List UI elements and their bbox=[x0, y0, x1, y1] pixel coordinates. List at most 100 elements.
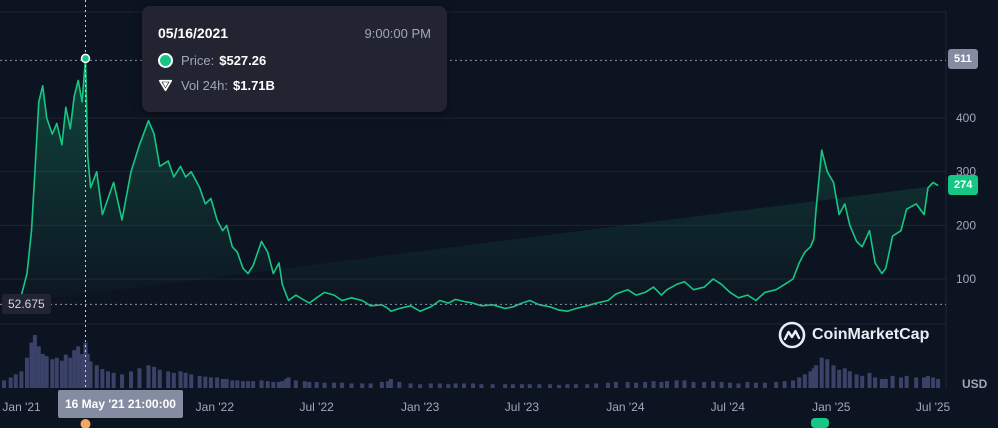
crosshair-date-badge: 16 May '21 21:00:00 bbox=[58, 390, 183, 418]
volume-bar bbox=[625, 381, 630, 388]
volume-bar bbox=[8, 377, 13, 388]
news-marker-icon[interactable] bbox=[811, 418, 829, 428]
volume-bar bbox=[873, 377, 878, 388]
volume-bar bbox=[719, 381, 724, 388]
x-tick-label: Jul '24 bbox=[711, 400, 746, 414]
volume-bar bbox=[691, 381, 696, 388]
volume-bar bbox=[259, 380, 264, 388]
volume-bar bbox=[189, 374, 194, 388]
volume-bar bbox=[797, 377, 802, 388]
brand-name: CoinMarketCap bbox=[812, 326, 930, 343]
volume-bar bbox=[271, 381, 276, 388]
brand-logo: CoinMarketCap bbox=[778, 321, 929, 349]
volume-bar bbox=[68, 357, 73, 388]
volume-bar bbox=[831, 365, 836, 388]
price-dot-icon bbox=[158, 53, 173, 68]
volume-bar bbox=[437, 383, 442, 388]
volume-bar bbox=[24, 357, 29, 388]
x-tick-label: Jan '23 bbox=[401, 400, 440, 414]
volume-bar bbox=[573, 384, 578, 388]
volume-bar bbox=[157, 369, 162, 388]
volume-bar bbox=[230, 380, 235, 388]
volume-bar bbox=[926, 375, 931, 388]
event-marker-icon[interactable] bbox=[80, 419, 91, 428]
volume-bar bbox=[322, 382, 327, 388]
volume-bar bbox=[94, 365, 99, 388]
volume-bar bbox=[40, 353, 45, 388]
current-price-badge: 274 bbox=[948, 175, 979, 195]
volume-bar bbox=[265, 381, 270, 388]
volume-bar bbox=[368, 383, 373, 388]
volume-bar bbox=[307, 381, 312, 388]
volume-bar bbox=[302, 381, 307, 388]
volume-bar bbox=[388, 378, 393, 388]
volume-bar bbox=[519, 384, 524, 388]
x-tick-label: Jan '21 bbox=[2, 400, 41, 414]
volume-bar bbox=[197, 375, 202, 388]
volume-bar bbox=[88, 361, 93, 388]
volume-bar bbox=[379, 381, 384, 388]
volume-bar bbox=[503, 384, 508, 388]
volume-bar bbox=[471, 383, 475, 388]
x-tick-label: Jul '23 bbox=[505, 400, 540, 414]
y-axis: 100200300400 bbox=[956, 111, 976, 286]
volume-bar bbox=[286, 377, 291, 388]
volume-bar bbox=[711, 381, 716, 388]
volume-bar bbox=[936, 378, 941, 388]
volume-bar bbox=[702, 381, 707, 388]
volume-bar bbox=[867, 372, 872, 388]
volume-bar bbox=[605, 382, 610, 388]
volume-bar bbox=[914, 377, 919, 388]
volume-bar bbox=[510, 384, 515, 388]
volume-bar bbox=[63, 354, 68, 388]
price-tooltip: 05/16/2021 9:00:00 PM Price: $527.26 Vol… bbox=[142, 6, 447, 112]
volume-bar bbox=[1, 380, 6, 388]
volume-bar bbox=[19, 371, 24, 388]
volume-bar bbox=[682, 380, 687, 388]
volume-bar bbox=[802, 374, 807, 388]
volume-bar bbox=[72, 350, 77, 388]
volume-bar bbox=[537, 384, 542, 388]
volume-bar bbox=[100, 369, 105, 388]
volume-bar bbox=[904, 375, 909, 388]
volume-bar bbox=[557, 384, 562, 388]
volume-bar bbox=[349, 383, 354, 388]
y-tick-label: 400 bbox=[956, 111, 976, 125]
volume-bar bbox=[527, 384, 532, 388]
volume-bar bbox=[854, 374, 859, 388]
volume-bar bbox=[208, 377, 213, 388]
volume-bar bbox=[224, 378, 229, 388]
volume-bar bbox=[791, 380, 796, 388]
tooltip-volume-value: $1.71B bbox=[233, 78, 275, 93]
volume-bar bbox=[220, 378, 225, 388]
volume-bar bbox=[36, 346, 41, 388]
tooltip-price-value: $527.26 bbox=[219, 53, 267, 68]
volume-bar bbox=[753, 382, 758, 388]
volume-bar bbox=[76, 346, 81, 388]
volume-bar bbox=[814, 365, 819, 388]
volume-bar bbox=[32, 335, 37, 388]
volume-bar bbox=[931, 377, 936, 388]
volume-bar bbox=[137, 368, 142, 388]
volume-bar bbox=[651, 381, 656, 388]
volume-bar bbox=[183, 372, 188, 388]
volume-bar bbox=[105, 371, 110, 388]
volume-bar bbox=[613, 381, 618, 388]
volume-bar bbox=[13, 374, 18, 388]
volume-bar bbox=[643, 381, 648, 388]
volume-bar bbox=[674, 380, 679, 388]
min-price-badge: 52.675 bbox=[2, 294, 51, 314]
volume-bar bbox=[490, 384, 495, 388]
volume-bar bbox=[879, 378, 884, 388]
volume-bar bbox=[171, 372, 176, 388]
volume-bar bbox=[251, 381, 256, 388]
volume-bar bbox=[847, 371, 852, 388]
x-tick-label: Jul '22 bbox=[299, 400, 334, 414]
volume-bar bbox=[842, 368, 847, 388]
volume-bar bbox=[479, 384, 484, 388]
volume-bar bbox=[215, 377, 220, 388]
currency-label: USD bbox=[962, 377, 988, 391]
volume-bar bbox=[360, 383, 365, 388]
tooltip-time: 9:00:00 PM bbox=[364, 26, 432, 41]
volume-bar bbox=[762, 382, 767, 388]
